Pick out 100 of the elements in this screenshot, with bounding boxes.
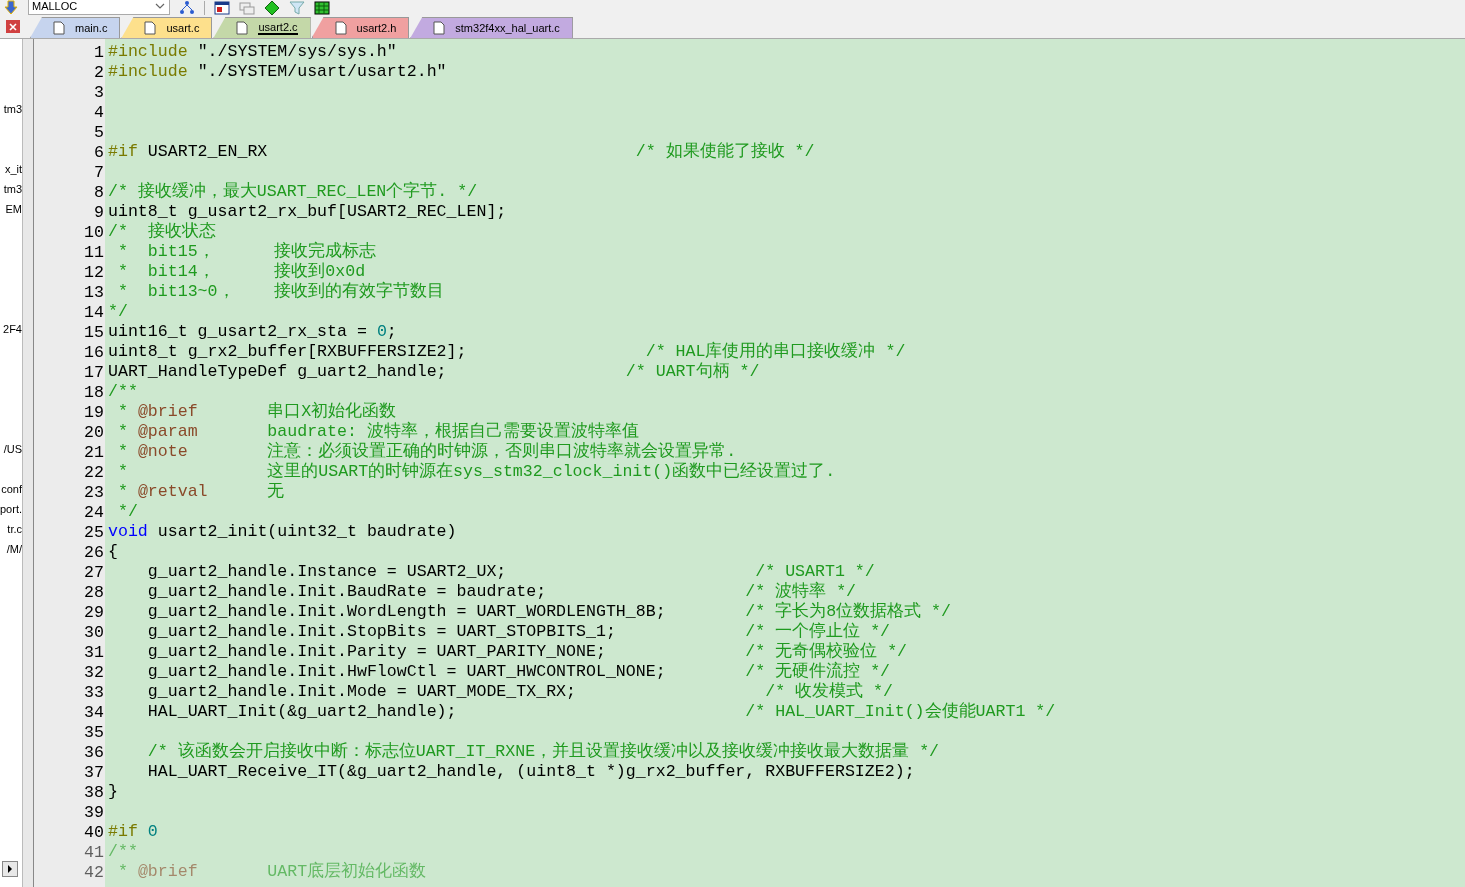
- line-number: 7: [93, 162, 105, 182]
- code-line: * 这里的USART的时钟源在sys_stm32_clock_init()函数中已经设置过了.: [116, 462, 836, 482]
- code-line: }: [108, 782, 118, 802]
- file-tab[interactable]: usart2.c: [213, 17, 311, 38]
- line-number: 32: [83, 662, 105, 682]
- code-line: g_uart2_handle.Init.Mode = UART_MODE_TX_RX; /* 收发模式 */: [146, 682, 893, 702]
- project-tree-item[interactable]: tm3: [3, 179, 22, 199]
- line-number: 33: [83, 682, 105, 702]
- code-line: g_uart2_handle.Init.WordLength = UART_WORDLENGTH_8B; /* 字长为8位数据格式 */: [146, 602, 952, 622]
- line-number: 19: [83, 402, 105, 422]
- file-icon: [53, 21, 65, 35]
- line-number: 28: [83, 582, 105, 602]
- code-line: /* 接收状态: [108, 222, 216, 242]
- file-icon: [236, 21, 249, 35]
- line-number: 8: [93, 182, 105, 202]
- line-number: 26: [83, 542, 105, 562]
- scroll-right-button[interactable]: [2, 861, 18, 877]
- code-line: HAL_UART_Init(&g_uart2_handle); /* HAL_UART_Init()会使能UART1 */: [146, 702, 1056, 722]
- code-line: uint16_t g_usart2_rx_sta = 0;: [108, 322, 397, 342]
- close-button[interactable]: [6, 20, 20, 33]
- window-icon[interactable]: [214, 0, 230, 16]
- code-line: g_uart2_handle.Init.BaudRate = baudrate; /* 波特率 */: [146, 582, 857, 601]
- line-number: 29: [83, 602, 105, 622]
- download-icon[interactable]: [3, 0, 19, 16]
- line-number: 2: [93, 62, 105, 82]
- code-line: g_uart2_handle.Init.StopBits = UART_STOPBITS_1; /* 一个停止位 */: [146, 622, 891, 642]
- line-number: 21: [83, 442, 105, 462]
- line-number: 16: [83, 342, 105, 362]
- line-number: 37: [83, 762, 105, 782]
- code-line: HAL_UART_Receive_IT(&g_uart2_handle, (uint8_t *)g_rx2_buffer, RXBUFFERSIZE2);: [146, 762, 915, 782]
- code-line: * @param baudrate: 波特率，根据自己需要设置波特率值: [116, 422, 639, 441]
- line-number: 14: [83, 302, 105, 322]
- code-line: * bit15， 接收完成标志: [116, 242, 377, 262]
- grid-icon[interactable]: [314, 0, 330, 16]
- project-tree-item[interactable]: EM: [5, 199, 22, 219]
- code-line: /**: [108, 842, 138, 862]
- line-number: 5: [93, 122, 105, 142]
- line-number: 15: [83, 322, 105, 342]
- code-line: * @brief UART底层初始化函数: [116, 862, 427, 882]
- code-line: */: [116, 502, 138, 522]
- project-tree-item[interactable]: tr.c: [7, 519, 22, 539]
- code-line: #if 0: [108, 822, 158, 842]
- file-tab[interactable]: stm32f4xx_hal_uart.c: [410, 17, 573, 38]
- project-tree-item[interactable]: port.: [0, 499, 22, 519]
- code-line: * @retval 无: [116, 482, 285, 502]
- code-line: #include "./SYSTEM/sys/sys.h": [108, 42, 397, 62]
- line-number: 3: [93, 82, 105, 102]
- line-number: 22: [83, 462, 105, 482]
- project-tree-item[interactable]: 2F4: [3, 319, 22, 339]
- code-line: * @note 注意：必须设置正确的时钟源，否则串口波特率就会设置异常.: [116, 442, 737, 462]
- project-tree-item[interactable]: /US: [3, 439, 22, 459]
- line-number: 25: [83, 522, 105, 542]
- code-line: UART_HandleTypeDef g_uart2_handle; /* UART句柄 */: [108, 362, 760, 382]
- project-tree-item[interactable]: /M/: [6, 539, 22, 559]
- line-number: 17: [83, 362, 105, 382]
- line-number: 42: [83, 862, 105, 882]
- hierarchy-icon[interactable]: [179, 0, 195, 16]
- file-icon: [334, 21, 347, 35]
- code-line: /* 接收缓冲，最大USART_REC_LEN个字节. */: [108, 182, 478, 202]
- line-number: 9: [93, 202, 105, 222]
- code-line: uint8_t g_usart2_rx_buf[USART2_REC_LEN];: [108, 202, 507, 222]
- target-select[interactable]: MALLOC: [28, 0, 170, 15]
- file-tab[interactable]: usart.c: [121, 17, 213, 38]
- code-line: */: [108, 302, 128, 322]
- code-line: #if USART2_EN_RX /* 如果使能了接收 */: [108, 142, 815, 162]
- code-line: g_uart2_handle.Init.Parity = UART_PARITY_NONE; /* 无奇偶校验位 */: [146, 642, 908, 661]
- project-tree-item[interactable]: conf: [1, 479, 22, 499]
- file-icon: [433, 21, 446, 35]
- line-number: 4: [93, 102, 105, 122]
- line-number: 40: [83, 822, 105, 842]
- line-number: 24: [83, 502, 105, 522]
- line-number: 18: [83, 382, 105, 402]
- line-number: 11: [83, 242, 105, 262]
- code-line: #include "./SYSTEM/usart/usart2.h": [108, 62, 447, 82]
- code-line: void usart2_init(uint32_t baudrate): [108, 522, 457, 542]
- line-number: 20: [83, 422, 105, 442]
- line-number: 36: [83, 742, 105, 762]
- right-arrow-icon[interactable]: [6, 865, 14, 873]
- line-number: 30: [83, 622, 105, 642]
- scrollbar[interactable]: [22, 39, 34, 887]
- code-line: g_uart2_handle.Init.HwFlowCtl = UART_HWCONTROL_NONE; /* 无硬件流控 */: [146, 662, 891, 682]
- code-line: g_uart2_handle.Instance = USART2_UX; /* USART1 */: [146, 562, 875, 581]
- line-number: 41: [83, 842, 105, 862]
- line-number: 1: [93, 42, 105, 62]
- line-number: 10: [83, 222, 105, 242]
- project-tree-item[interactable]: tm3: [3, 99, 22, 119]
- line-number: 13: [83, 282, 105, 302]
- file-tab[interactable]: usart2.h: [311, 17, 410, 38]
- line-number: 31: [83, 642, 105, 662]
- line-number: 39: [83, 802, 105, 822]
- code-line: uint8_t g_rx2_buffer[RXBUFFERSIZE2]; /* HAL库使用的串口接收缓冲 */: [108, 342, 906, 362]
- line-number: 27: [83, 562, 105, 582]
- line-number: 35: [83, 722, 105, 742]
- file-icon: [144, 21, 157, 35]
- line-number: 12: [83, 262, 105, 282]
- file-tab[interactable]: main.c: [30, 17, 121, 38]
- code-line: {: [108, 542, 118, 562]
- code-line: * bit14， 接收到0x0d: [116, 262, 366, 282]
- project-tree-item[interactable]: x_it: [4, 159, 22, 179]
- line-number: 6: [93, 142, 105, 162]
